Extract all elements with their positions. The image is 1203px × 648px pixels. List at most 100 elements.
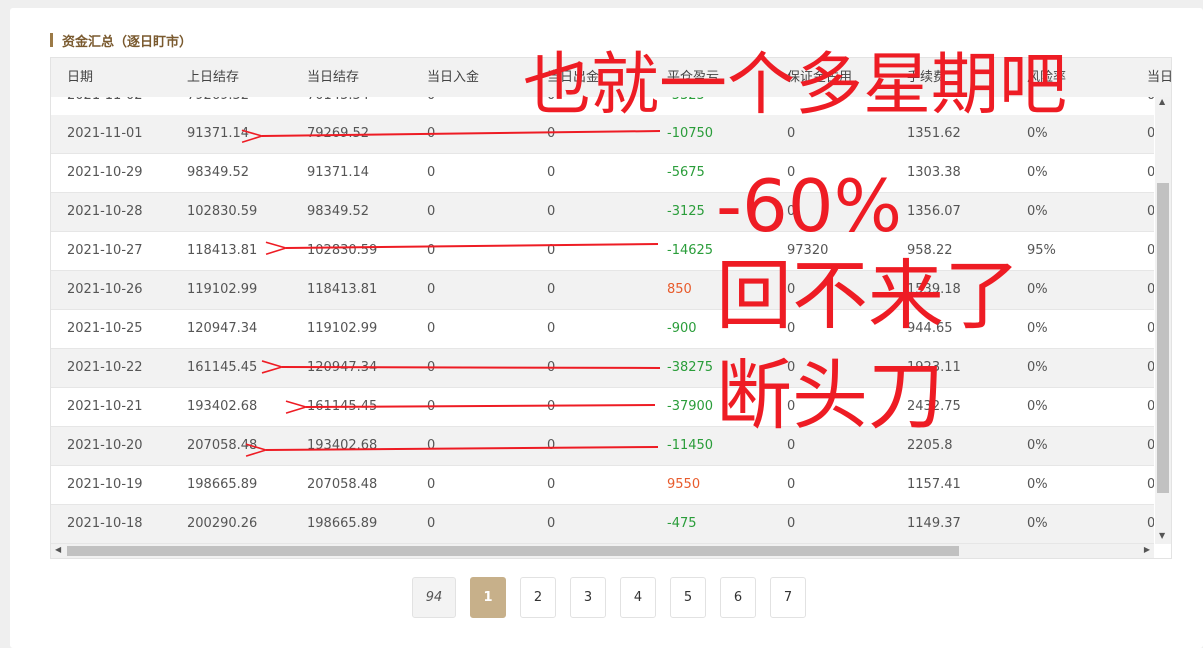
annotation-text-3: 回不来了 (716, 251, 1020, 340)
table-cell: 0 (547, 477, 556, 492)
table-cell: 161145.45 (187, 360, 258, 375)
table-cell: 0 (427, 438, 436, 453)
table-cell: 2021-10-20 (67, 438, 143, 453)
horizontal-scrollbar[interactable]: ◀ ▶ (51, 544, 1154, 558)
table-cell: -475 (667, 516, 697, 531)
table-cell: 0 (1131, 154, 1154, 192)
table-cell: 102830.59 (307, 243, 378, 258)
table-cell: 207058.48 (307, 477, 378, 492)
table-cell: 118413.81 (187, 243, 258, 258)
table-cell: 161145.45 (307, 399, 378, 414)
page-button-2[interactable]: 2 (520, 577, 556, 618)
table-cell: 193402.68 (307, 438, 378, 453)
table-row: 2021-10-29 98349.52 91371.14 0 0 -5675 0 1303.3… (51, 154, 1154, 193)
column-header: 日期 (67, 70, 94, 85)
table-cell: 0 (1131, 232, 1154, 270)
table-cell: 0% (1027, 282, 1048, 297)
table-cell: 0 (427, 360, 436, 375)
table-cell: 91371.14 (307, 165, 370, 180)
table-cell: 1356.07 (907, 204, 961, 219)
table-cell: 2021-10-21 (67, 399, 143, 414)
scroll-up-icon[interactable]: ▲ (1159, 97, 1165, 106)
table-cell: 198665.89 (307, 516, 378, 531)
table-cell: 0 (411, 97, 531, 115)
table-cell: 120947.34 (187, 321, 258, 336)
page-button-6[interactable]: 6 (720, 577, 756, 618)
column-header: 当日 (1147, 70, 1172, 85)
section-accent-bar (50, 33, 53, 47)
table-cell: 0% (1027, 360, 1048, 375)
table-cell: 98349.52 (187, 165, 250, 180)
table-cell: 0 (427, 126, 436, 141)
table-cell: 0% (1027, 438, 1048, 453)
table-cell: 0 (1131, 505, 1154, 543)
page-button-5[interactable]: 5 (670, 577, 706, 618)
table-cell: 0 (1131, 427, 1154, 465)
scroll-down-icon[interactable]: ▼ (1159, 531, 1165, 540)
table-cell: 0 (427, 477, 436, 492)
table-cell: 2021-10-28 (67, 204, 143, 219)
table-cell: 0% (1027, 399, 1048, 414)
table-cell: 0 (547, 282, 556, 297)
table-cell: 2021-10-19 (67, 477, 143, 492)
page-button-7[interactable]: 7 (770, 577, 806, 618)
table-cell: 2021-11-01 (67, 126, 143, 141)
table-cell: 0 (547, 165, 556, 180)
table-cell: 2021-10-27 (67, 243, 143, 258)
table-cell: 0% (1027, 516, 1048, 531)
table-cell: 2021-10-18 (67, 516, 143, 531)
table-cell: 0 (1131, 115, 1154, 153)
page-total: 94 (412, 577, 456, 618)
table-cell: 0 (1131, 193, 1154, 231)
column-header: 上日结存 (187, 70, 240, 85)
table-cell: 1149.37 (907, 516, 961, 531)
table-cell: 0 (1131, 97, 1154, 115)
table-cell: 0% (1027, 477, 1048, 492)
scroll-left-icon[interactable]: ◀ (55, 545, 61, 554)
table-cell: 207058.48 (187, 438, 258, 453)
table-cell: 98349.52 (307, 204, 370, 219)
vertical-scroll-thumb[interactable] (1157, 183, 1169, 493)
table-row: 2021-10-19 198665.89 207058.48 0 0 9550 0 1157.… (51, 466, 1154, 505)
table-cell: 0 (547, 516, 556, 531)
table-cell: 0 (427, 204, 436, 219)
page-button-1[interactable]: 1 (470, 577, 506, 618)
annotation-text-2: -60% (716, 164, 903, 248)
table-cell: 2021-10-29 (67, 165, 143, 180)
column-header: 当日结存 (307, 70, 360, 85)
page-button-4[interactable]: 4 (620, 577, 656, 618)
table-cell: 0 (427, 282, 436, 297)
table-cell: 0 (427, 516, 436, 531)
table-cell: 0 (1131, 271, 1154, 309)
table-cell: 0 (787, 516, 796, 531)
table-cell: 0 (427, 243, 436, 258)
table-cell: 0% (1027, 165, 1048, 180)
table-cell: 0 (547, 204, 556, 219)
table-cell: 119102.99 (307, 321, 378, 336)
table-cell: 0 (787, 477, 796, 492)
annotation-text-1: 也就一个多星期吧 (523, 46, 1068, 125)
table-cell: 9550 (667, 477, 701, 492)
table-cell: 1303.38 (907, 165, 961, 180)
table-cell: 2021-11-02 (51, 97, 171, 115)
table-cell: 2021-10-26 (67, 282, 143, 297)
pagination: 94 1234567 (412, 577, 820, 618)
table-cell: 0 (427, 165, 436, 180)
table-row: 2021-10-18 200290.26 198665.89 0 0 -475 0 1149.… (51, 505, 1154, 544)
table-cell: 200290.26 (187, 516, 258, 531)
scroll-right-icon[interactable]: ▶ (1144, 545, 1150, 554)
section-title: 资金汇总（逐日盯市） (62, 34, 193, 50)
column-header: 当日入金 (427, 70, 480, 85)
table-cell: 0 (547, 321, 556, 336)
table-cell: 2021-10-25 (67, 321, 143, 336)
table-cell: 193402.68 (187, 399, 258, 414)
table-cell: 118413.81 (307, 282, 378, 297)
table-cell: 0 (1131, 310, 1154, 348)
table-cell: 119102.99 (187, 282, 258, 297)
table-cell: 102830.59 (187, 204, 258, 219)
table-cell: 120947.34 (307, 360, 378, 375)
vertical-scrollbar[interactable]: ▲ ▼ (1155, 97, 1171, 544)
table-cell: 0 (1131, 349, 1154, 387)
horizontal-scroll-thumb[interactable] (67, 546, 959, 556)
page-button-3[interactable]: 3 (570, 577, 606, 618)
